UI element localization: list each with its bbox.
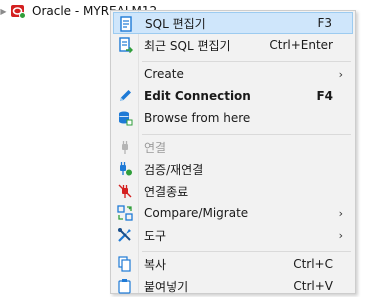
menu-item-edit-connection[interactable]: Edit Connection F4 [113, 85, 353, 107]
menu-item-create[interactable]: Create › [113, 63, 353, 85]
disconnect-icon [117, 183, 133, 199]
menu-item-label: 최근 SQL 편집기 [144, 38, 231, 53]
menu-item-label: Edit Connection [144, 89, 251, 103]
menu-item-label: 도구 [144, 228, 167, 243]
menu-item-sql-editor[interactable]: SQL 편집기 F3 [113, 12, 353, 34]
menu-item-label: 연결 [144, 140, 167, 155]
reconnect-icon [117, 161, 133, 177]
menu-item-copy[interactable]: 복사 Ctrl+C [113, 253, 353, 275]
menu-item-shortcut: Ctrl+Enter [269, 38, 333, 52]
menu-item-validate-reconnect[interactable]: 검증/재연결 [113, 158, 353, 180]
tools-icon [117, 227, 133, 243]
menu-item-shortcut: F4 [316, 89, 333, 103]
copy-icon [117, 256, 133, 272]
menu-separator [142, 61, 351, 62]
menu-item-disconnect[interactable]: 연결종료 [113, 180, 353, 202]
menu-item-label: 복사 [144, 257, 167, 272]
menu-item-label: Compare/Migrate [144, 206, 249, 220]
oracle-connection-icon [10, 3, 26, 19]
menu-item-label: Create [144, 67, 184, 81]
submenu-arrow-icon: › [338, 67, 343, 81]
submenu-arrow-icon: › [338, 206, 343, 220]
tree-expand-icon[interactable]: ▶ [0, 0, 7, 22]
menu-item-tools[interactable]: 도구 › [113, 224, 353, 246]
menu-item-shortcut: Ctrl+C [293, 257, 333, 271]
menu-item-label: Browse from here [144, 111, 251, 125]
sql-editor-icon [118, 16, 134, 32]
submenu-arrow-icon: › [338, 228, 343, 242]
menu-separator [142, 251, 351, 252]
recent-sql-editor-icon [117, 37, 133, 53]
menu-item-connect[interactable]: 연결 [113, 136, 353, 158]
menu-item-compare-migrate[interactable]: Compare/Migrate › [113, 202, 353, 224]
menu-item-shortcut: F3 [317, 16, 332, 30]
menu-item-label: 붙여넣기 [144, 279, 189, 294]
compare-migrate-icon [117, 205, 133, 221]
menu-item-shortcut: Ctrl+V [293, 279, 333, 293]
paste-icon [117, 278, 133, 294]
plug-icon [117, 139, 133, 155]
context-menu: SQL 편집기 F3 최근 SQL 편집기 Ctrl+Enter Create … [110, 10, 356, 294]
menu-item-label: 검증/재연결 [144, 162, 204, 177]
menu-item-label: SQL 편집기 [145, 16, 206, 31]
menu-item-recent-sql-editor[interactable]: 최근 SQL 편집기 Ctrl+Enter [113, 34, 353, 56]
menu-separator [142, 134, 351, 135]
pencil-icon [117, 88, 133, 104]
menu-item-label: 연결종료 [144, 184, 189, 199]
database-browse-icon [117, 110, 133, 126]
menu-item-browse-from-here[interactable]: Browse from here [113, 107, 353, 129]
